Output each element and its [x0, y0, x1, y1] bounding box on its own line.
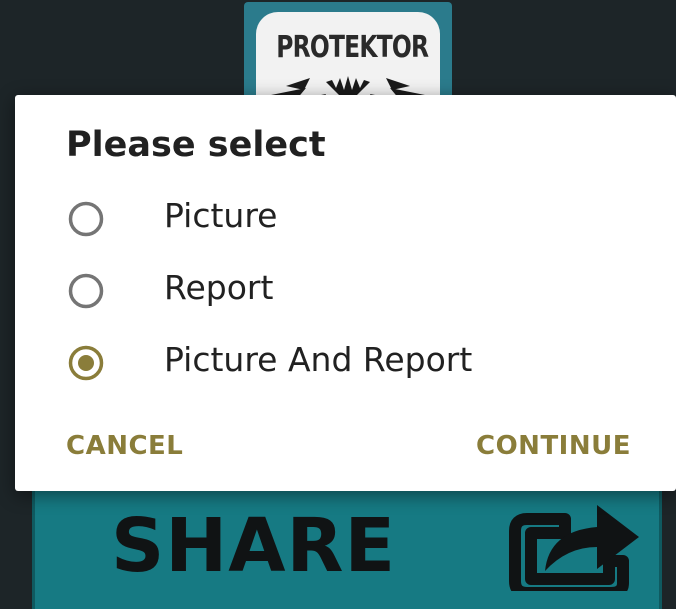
screen: PROTEKTOR SHARE Please select Picture Re… — [0, 0, 676, 609]
option-label: Report — [164, 268, 274, 307]
option-report[interactable]: Report — [15, 262, 676, 326]
continue-button[interactable]: CONTINUE — [476, 431, 631, 461]
radio-unselected-icon[interactable] — [68, 273, 104, 309]
dialog-title: Please select — [66, 125, 326, 165]
radio-unselected-icon[interactable] — [68, 201, 104, 237]
share-label: SHARE — [111, 503, 397, 589]
option-label: Picture — [164, 196, 278, 235]
radio-selected-icon[interactable] — [68, 345, 104, 381]
logo-text: PROTEKTOR — [276, 30, 429, 65]
option-picture-and-report[interactable]: Picture And Report — [15, 334, 676, 398]
select-dialog: Please select Picture Report Picture And… — [15, 95, 676, 491]
option-label: Picture And Report — [164, 340, 473, 379]
cancel-button[interactable]: CANCEL — [66, 431, 183, 461]
option-picture[interactable]: Picture — [15, 190, 676, 254]
share-arrow-icon — [509, 505, 639, 591]
